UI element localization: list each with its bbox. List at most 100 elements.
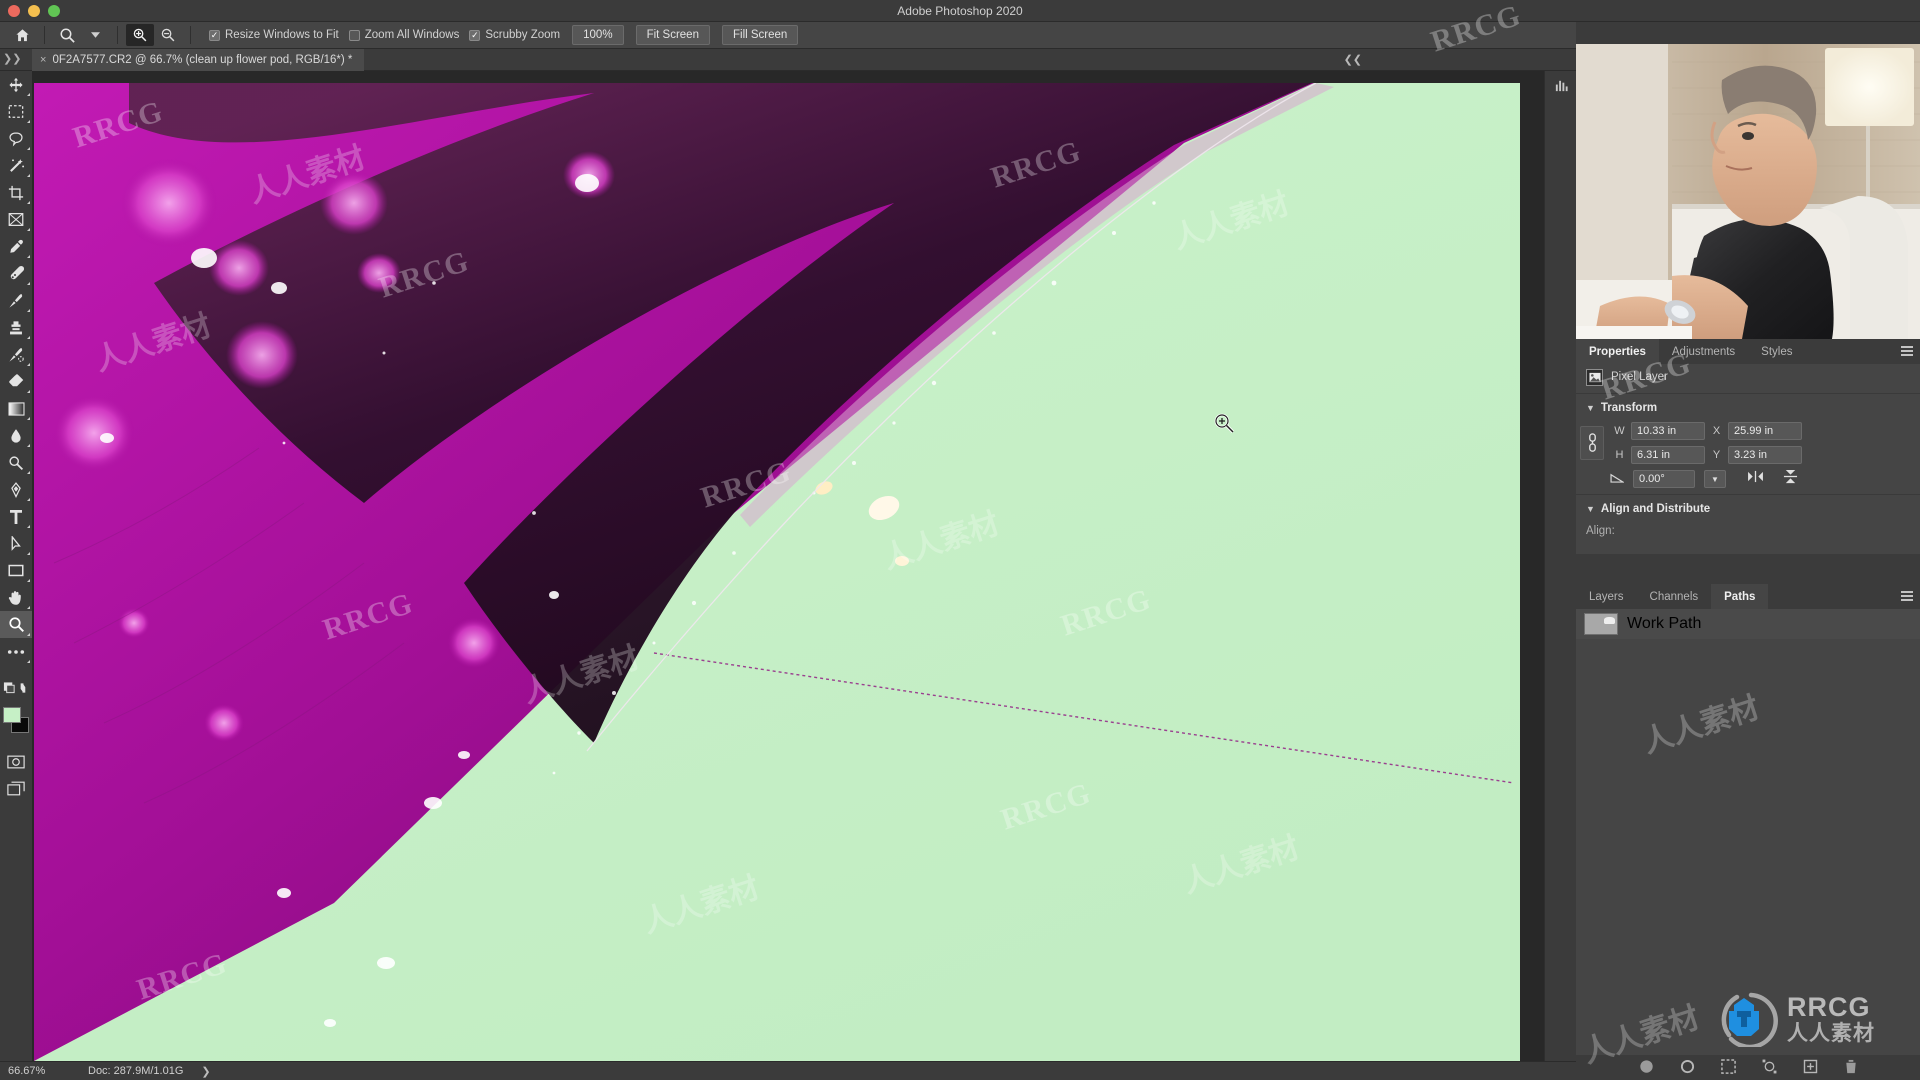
transform-section-header[interactable]: ▼ Transform bbox=[1576, 397, 1920, 419]
layer-kind-row: Pixel Layer bbox=[1576, 364, 1920, 390]
eyedropper-icon[interactable] bbox=[0, 233, 32, 260]
frame-icon[interactable] bbox=[0, 206, 32, 233]
move-icon[interactable] bbox=[0, 71, 32, 98]
width-input[interactable]: 10.33 in bbox=[1631, 422, 1705, 440]
fit-screen-button[interactable]: Fit Screen bbox=[635, 25, 710, 45]
rrcg-logo: RRCG 人人素材 bbox=[1715, 985, 1910, 1050]
home-icon[interactable] bbox=[8, 24, 36, 46]
path-list-item[interactable]: Work Path bbox=[1576, 609, 1920, 639]
color-swatches[interactable] bbox=[0, 705, 32, 739]
angle-dropdown-icon[interactable]: ▼ bbox=[1704, 470, 1726, 488]
checkbox-resize-windows-to-fit[interactable]: Resize Windows to Fit bbox=[209, 29, 339, 41]
canvas-area[interactable] bbox=[32, 71, 1576, 1061]
flip-vertical-icon[interactable] bbox=[1783, 469, 1798, 489]
fill-screen-button[interactable]: Fill Screen bbox=[721, 25, 799, 45]
collapse-panels-icon[interactable]: ❮❮ bbox=[1344, 53, 1362, 66]
eraser-icon[interactable] bbox=[0, 368, 32, 395]
document-tab-title: 0F2A7577.CR2 @ 66.7% (clean up flower po… bbox=[52, 54, 353, 66]
history-brush-icon[interactable] bbox=[0, 341, 32, 368]
zoom-out-icon[interactable] bbox=[154, 24, 182, 46]
checkbox-label: Scrubby Zoom bbox=[485, 29, 561, 41]
magic-wand-icon[interactable] bbox=[0, 152, 32, 179]
tab-properties[interactable]: Properties bbox=[1576, 339, 1659, 364]
checkbox-scrubby-zoom[interactable]: Scrubby Zoom bbox=[469, 29, 560, 41]
rectangle-icon[interactable] bbox=[0, 557, 32, 584]
angle-input[interactable]: 0.00° bbox=[1633, 470, 1695, 488]
dodge-icon[interactable] bbox=[0, 449, 32, 476]
blur-drop-icon[interactable] bbox=[0, 422, 32, 449]
hand-icon[interactable] bbox=[0, 584, 32, 611]
image-canvas[interactable] bbox=[34, 83, 1520, 1061]
zoom-level[interactable]: 66.67% bbox=[0, 1065, 72, 1077]
right-panel-column: Properties Adjustments Styles Pixel Laye… bbox=[1576, 22, 1920, 1080]
angle-icon bbox=[1610, 470, 1626, 488]
type-T-icon[interactable] bbox=[0, 503, 32, 530]
width-x-row: W 10.33 in X 25.99 in bbox=[1604, 419, 1812, 443]
pen-icon[interactable] bbox=[0, 476, 32, 503]
checkbox-zoom-all-windows[interactable]: Zoom All Windows bbox=[348, 29, 459, 41]
new-path-icon[interactable] bbox=[1803, 1059, 1818, 1077]
checkbox-box[interactable] bbox=[348, 29, 360, 41]
tab-styles[interactable]: Styles bbox=[1748, 339, 1805, 364]
brush-icon[interactable] bbox=[0, 287, 32, 314]
photoshop-window: Adobe Photoshop 2020 Resize Windows to F… bbox=[0, 0, 1920, 1080]
tool-preset-chevron-icon[interactable] bbox=[81, 24, 109, 46]
ellipsis-icon[interactable] bbox=[0, 638, 32, 665]
x-input[interactable]: 25.99 in bbox=[1728, 422, 1802, 440]
angle-row: 0.00° ▼ bbox=[1576, 467, 1920, 491]
path-thumbnail bbox=[1584, 613, 1618, 635]
flip-horizontal-icon[interactable] bbox=[1747, 470, 1764, 488]
tab-paths[interactable]: Paths bbox=[1711, 584, 1769, 609]
tab-adjustments[interactable]: Adjustments bbox=[1659, 339, 1748, 364]
default-colors-icon[interactable] bbox=[0, 674, 32, 701]
path-arrow-icon[interactable] bbox=[0, 530, 32, 557]
checkbox-box[interactable] bbox=[469, 29, 481, 41]
fill-path-icon[interactable] bbox=[1639, 1059, 1654, 1077]
panel-rail bbox=[1544, 71, 1576, 1061]
path-name: Work Path bbox=[1627, 615, 1702, 632]
height-input[interactable]: 6.31 in bbox=[1631, 446, 1705, 464]
marquee-icon[interactable] bbox=[0, 98, 32, 125]
zoom-tool-icon[interactable] bbox=[53, 24, 81, 46]
magnifier-icon[interactable] bbox=[0, 611, 32, 638]
foreground-color-swatch[interactable] bbox=[3, 707, 21, 723]
svg-text:人人素材: 人人素材 bbox=[1787, 1021, 1875, 1045]
document-tab[interactable]: × 0F2A7577.CR2 @ 66.7% (clean up flower … bbox=[32, 49, 365, 71]
stroke-path-icon[interactable] bbox=[1680, 1059, 1695, 1077]
zoom-100-button[interactable]: 100% bbox=[572, 25, 624, 45]
make-work-path-icon[interactable] bbox=[1762, 1059, 1777, 1077]
height-label: H bbox=[1615, 449, 1624, 461]
chevron-down-icon[interactable]: ▼ bbox=[1586, 403, 1595, 413]
healing-brush-icon[interactable] bbox=[0, 260, 32, 287]
crop-icon[interactable] bbox=[0, 179, 32, 206]
tool-palette bbox=[0, 71, 32, 1080]
chevron-down-icon[interactable]: ▼ bbox=[1586, 504, 1595, 514]
tab-layers[interactable]: Layers bbox=[1576, 584, 1637, 609]
doc-size: Doc: 287.9M/1.01G bbox=[88, 1065, 184, 1077]
close-icon[interactable]: × bbox=[40, 54, 46, 66]
tab-channels[interactable]: Channels bbox=[1637, 584, 1712, 609]
zoom-in-icon[interactable] bbox=[126, 24, 154, 46]
width-label: W bbox=[1614, 425, 1625, 437]
histogram-icon[interactable] bbox=[1545, 71, 1577, 99]
panel-menu-icon[interactable] bbox=[1901, 346, 1913, 358]
quick-mask-icon[interactable] bbox=[0, 748, 32, 775]
lasso-icon[interactable] bbox=[0, 125, 32, 152]
stamp-icon[interactable] bbox=[0, 314, 32, 341]
status-bar: 66.67% Doc: 287.9M/1.01G ❯ bbox=[0, 1061, 1576, 1080]
status-menu-arrow-icon[interactable]: ❯ bbox=[183, 1065, 210, 1078]
expand-toolbar-icon[interactable]: ❯❯ bbox=[3, 52, 21, 65]
checkbox-box[interactable] bbox=[209, 29, 220, 41]
window-title: Adobe Photoshop 2020 bbox=[897, 4, 1023, 18]
gradient-icon[interactable] bbox=[0, 395, 32, 422]
link-wh-icon[interactable] bbox=[1580, 426, 1604, 460]
screen-mode-icon[interactable] bbox=[0, 775, 32, 802]
panel-menu-icon[interactable] bbox=[1901, 591, 1913, 603]
delete-path-icon[interactable] bbox=[1844, 1059, 1858, 1077]
align-section-header[interactable]: ▼ Align and Distribute bbox=[1576, 498, 1920, 520]
checkbox-label: Resize Windows to Fit bbox=[225, 29, 339, 41]
flower-photo bbox=[34, 83, 1520, 1061]
load-selection-icon[interactable] bbox=[1720, 1058, 1736, 1077]
y-input[interactable]: 3.23 in bbox=[1728, 446, 1802, 464]
layer-kind-label: Pixel Layer bbox=[1611, 371, 1668, 383]
